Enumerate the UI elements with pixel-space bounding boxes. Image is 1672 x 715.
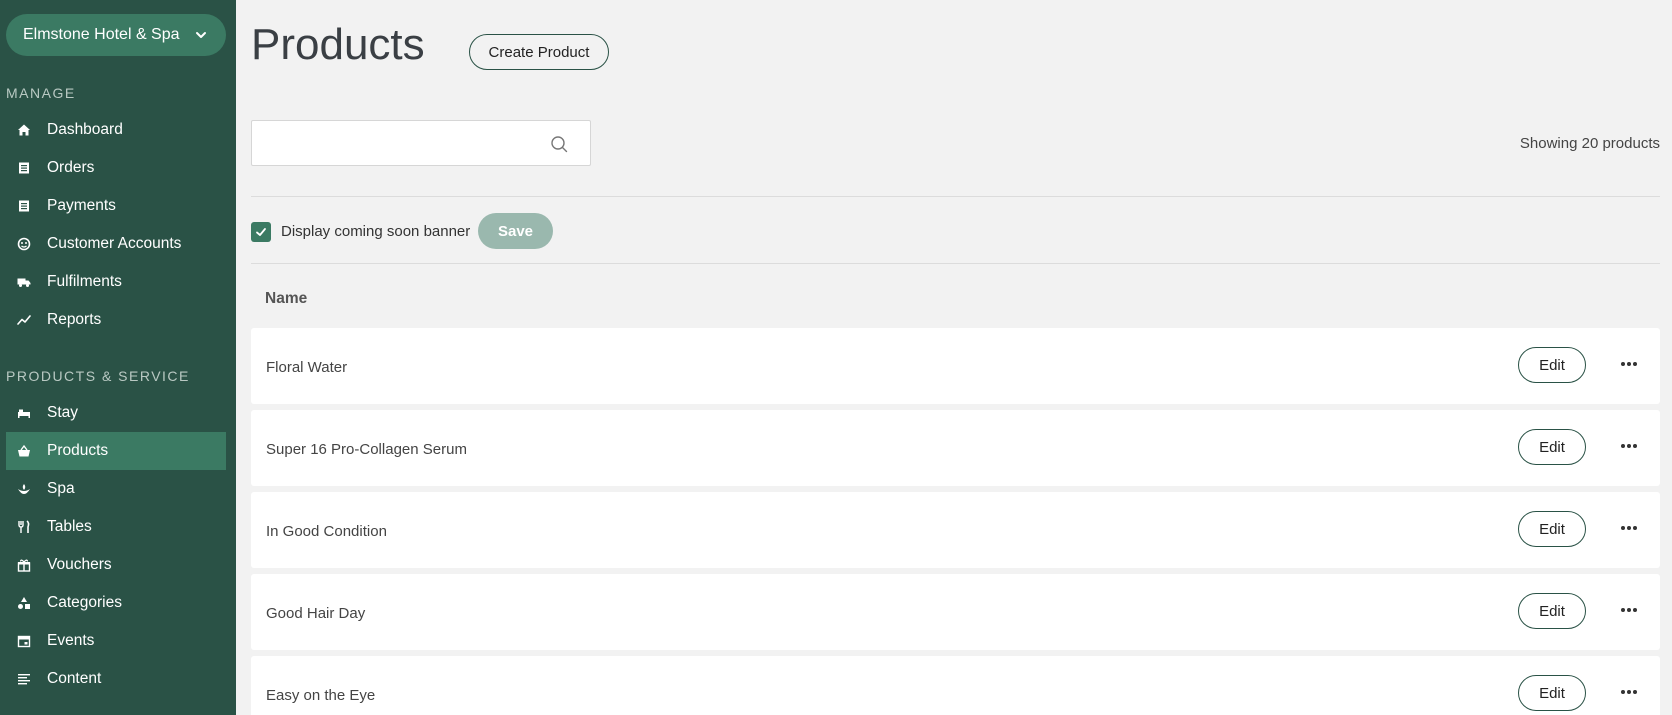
sidebar-item-label: Categories	[47, 594, 122, 611]
venue-selector[interactable]: Elmstone Hotel & Spa	[6, 14, 226, 56]
sidebar-item-customer-accounts[interactable]: Customer Accounts	[6, 225, 226, 263]
user-circle-icon	[16, 236, 32, 252]
home-icon	[16, 122, 32, 138]
spa-icon	[16, 481, 32, 497]
sidebar-item-orders[interactable]: Orders	[6, 149, 226, 187]
edit-button[interactable]: Edit	[1518, 511, 1586, 547]
shapes-icon	[16, 595, 32, 611]
main-content: Products Create Product Showing 20 produ…	[236, 0, 1672, 715]
sidebar-item-label: Stay	[47, 404, 79, 421]
sidebar-item-products[interactable]: Products	[6, 432, 226, 470]
section-title-manage: MANAGE	[6, 85, 76, 101]
sidebar-item-spa[interactable]: Spa	[6, 470, 226, 508]
calendar-icon	[16, 633, 32, 649]
sidebar-item-fulfilments[interactable]: Fulfilments	[6, 263, 226, 301]
truck-icon	[16, 274, 32, 290]
save-button[interactable]: Save	[478, 213, 553, 249]
product-count: Showing 20 products	[1519, 135, 1660, 152]
sidebar-item-events[interactable]: Events	[6, 622, 226, 660]
sidebar-item-label: Orders	[47, 159, 95, 176]
sidebar-item-label: Products	[47, 442, 109, 459]
sidebar-item-label: Content	[47, 670, 102, 687]
product-name: In Good Condition	[266, 523, 387, 540]
cutlery-icon	[16, 519, 32, 535]
sidebar-item-label: Dashboard	[47, 121, 123, 138]
table-row: In Good Condition Edit	[251, 492, 1660, 568]
product-name: Good Hair Day	[266, 605, 366, 622]
sidebar-item-label: Payments	[47, 197, 116, 214]
edit-button[interactable]: Edit	[1518, 347, 1586, 383]
sidebar-item-payments[interactable]: Payments	[6, 187, 226, 225]
table-row: Good Hair Day Edit	[251, 574, 1660, 650]
search-icon[interactable]	[550, 135, 568, 153]
sidebar-item-tables[interactable]: Tables	[6, 508, 226, 546]
sidebar-item-label: Events	[47, 632, 95, 649]
column-header-name: Name	[265, 290, 308, 307]
sidebar-item-content[interactable]: Content	[6, 660, 226, 698]
sidebar-item-dashboard[interactable]: Dashboard	[6, 111, 226, 149]
sidebar-item-stay[interactable]: Stay	[6, 394, 226, 432]
document-icon	[16, 160, 32, 176]
section-title-products-service: PRODUCTS & SERVICE	[6, 368, 190, 384]
search-box	[251, 120, 591, 166]
table-row: Easy on the Eye Edit	[251, 656, 1660, 715]
basket-icon	[16, 443, 32, 459]
sidebar-item-label: Spa	[47, 480, 75, 497]
more-options-icon[interactable]	[1620, 525, 1638, 531]
edit-button[interactable]: Edit	[1518, 429, 1586, 465]
coming-soon-label: Display coming soon banner	[281, 223, 471, 240]
sidebar: Elmstone Hotel & Spa MANAGE Dashboard Or…	[0, 0, 236, 715]
check-icon	[256, 228, 266, 236]
product-name: Floral Water	[266, 359, 348, 376]
venue-name: Elmstone Hotel & Spa	[23, 26, 180, 43]
sidebar-item-label: Vouchers	[47, 556, 112, 573]
search-input[interactable]	[252, 121, 532, 165]
product-name: Easy on the Eye	[266, 687, 376, 704]
gift-icon	[16, 557, 32, 573]
table-row: Floral Water Edit	[251, 328, 1660, 404]
sidebar-item-label: Fulfilments	[47, 273, 122, 290]
text-lines-icon	[16, 671, 32, 687]
document-icon	[16, 198, 32, 214]
create-product-button[interactable]: Create Product	[469, 34, 609, 70]
divider	[251, 196, 1660, 197]
more-options-icon[interactable]	[1620, 689, 1638, 695]
bed-icon	[16, 405, 32, 421]
sidebar-item-label: Reports	[47, 311, 102, 328]
more-options-icon[interactable]	[1620, 361, 1638, 367]
sidebar-item-categories[interactable]: Categories	[6, 584, 226, 622]
chart-line-icon	[16, 312, 32, 328]
sidebar-item-label: Tables	[47, 518, 92, 535]
edit-button[interactable]: Edit	[1518, 593, 1586, 629]
edit-button[interactable]: Edit	[1518, 675, 1586, 711]
sidebar-item-reports[interactable]: Reports	[6, 301, 226, 339]
page-title: Products	[251, 20, 425, 69]
divider	[251, 263, 1660, 264]
more-options-icon[interactable]	[1620, 607, 1638, 613]
sidebar-item-label: Customer Accounts	[47, 235, 182, 252]
product-name: Super 16 Pro-Collagen Serum	[266, 441, 467, 458]
more-options-icon[interactable]	[1620, 443, 1638, 449]
chevron-down-icon	[196, 32, 206, 38]
table-row: Super 16 Pro-Collagen Serum Edit	[251, 410, 1660, 486]
coming-soon-checkbox[interactable]	[251, 222, 271, 242]
sidebar-item-vouchers[interactable]: Vouchers	[6, 546, 226, 584]
